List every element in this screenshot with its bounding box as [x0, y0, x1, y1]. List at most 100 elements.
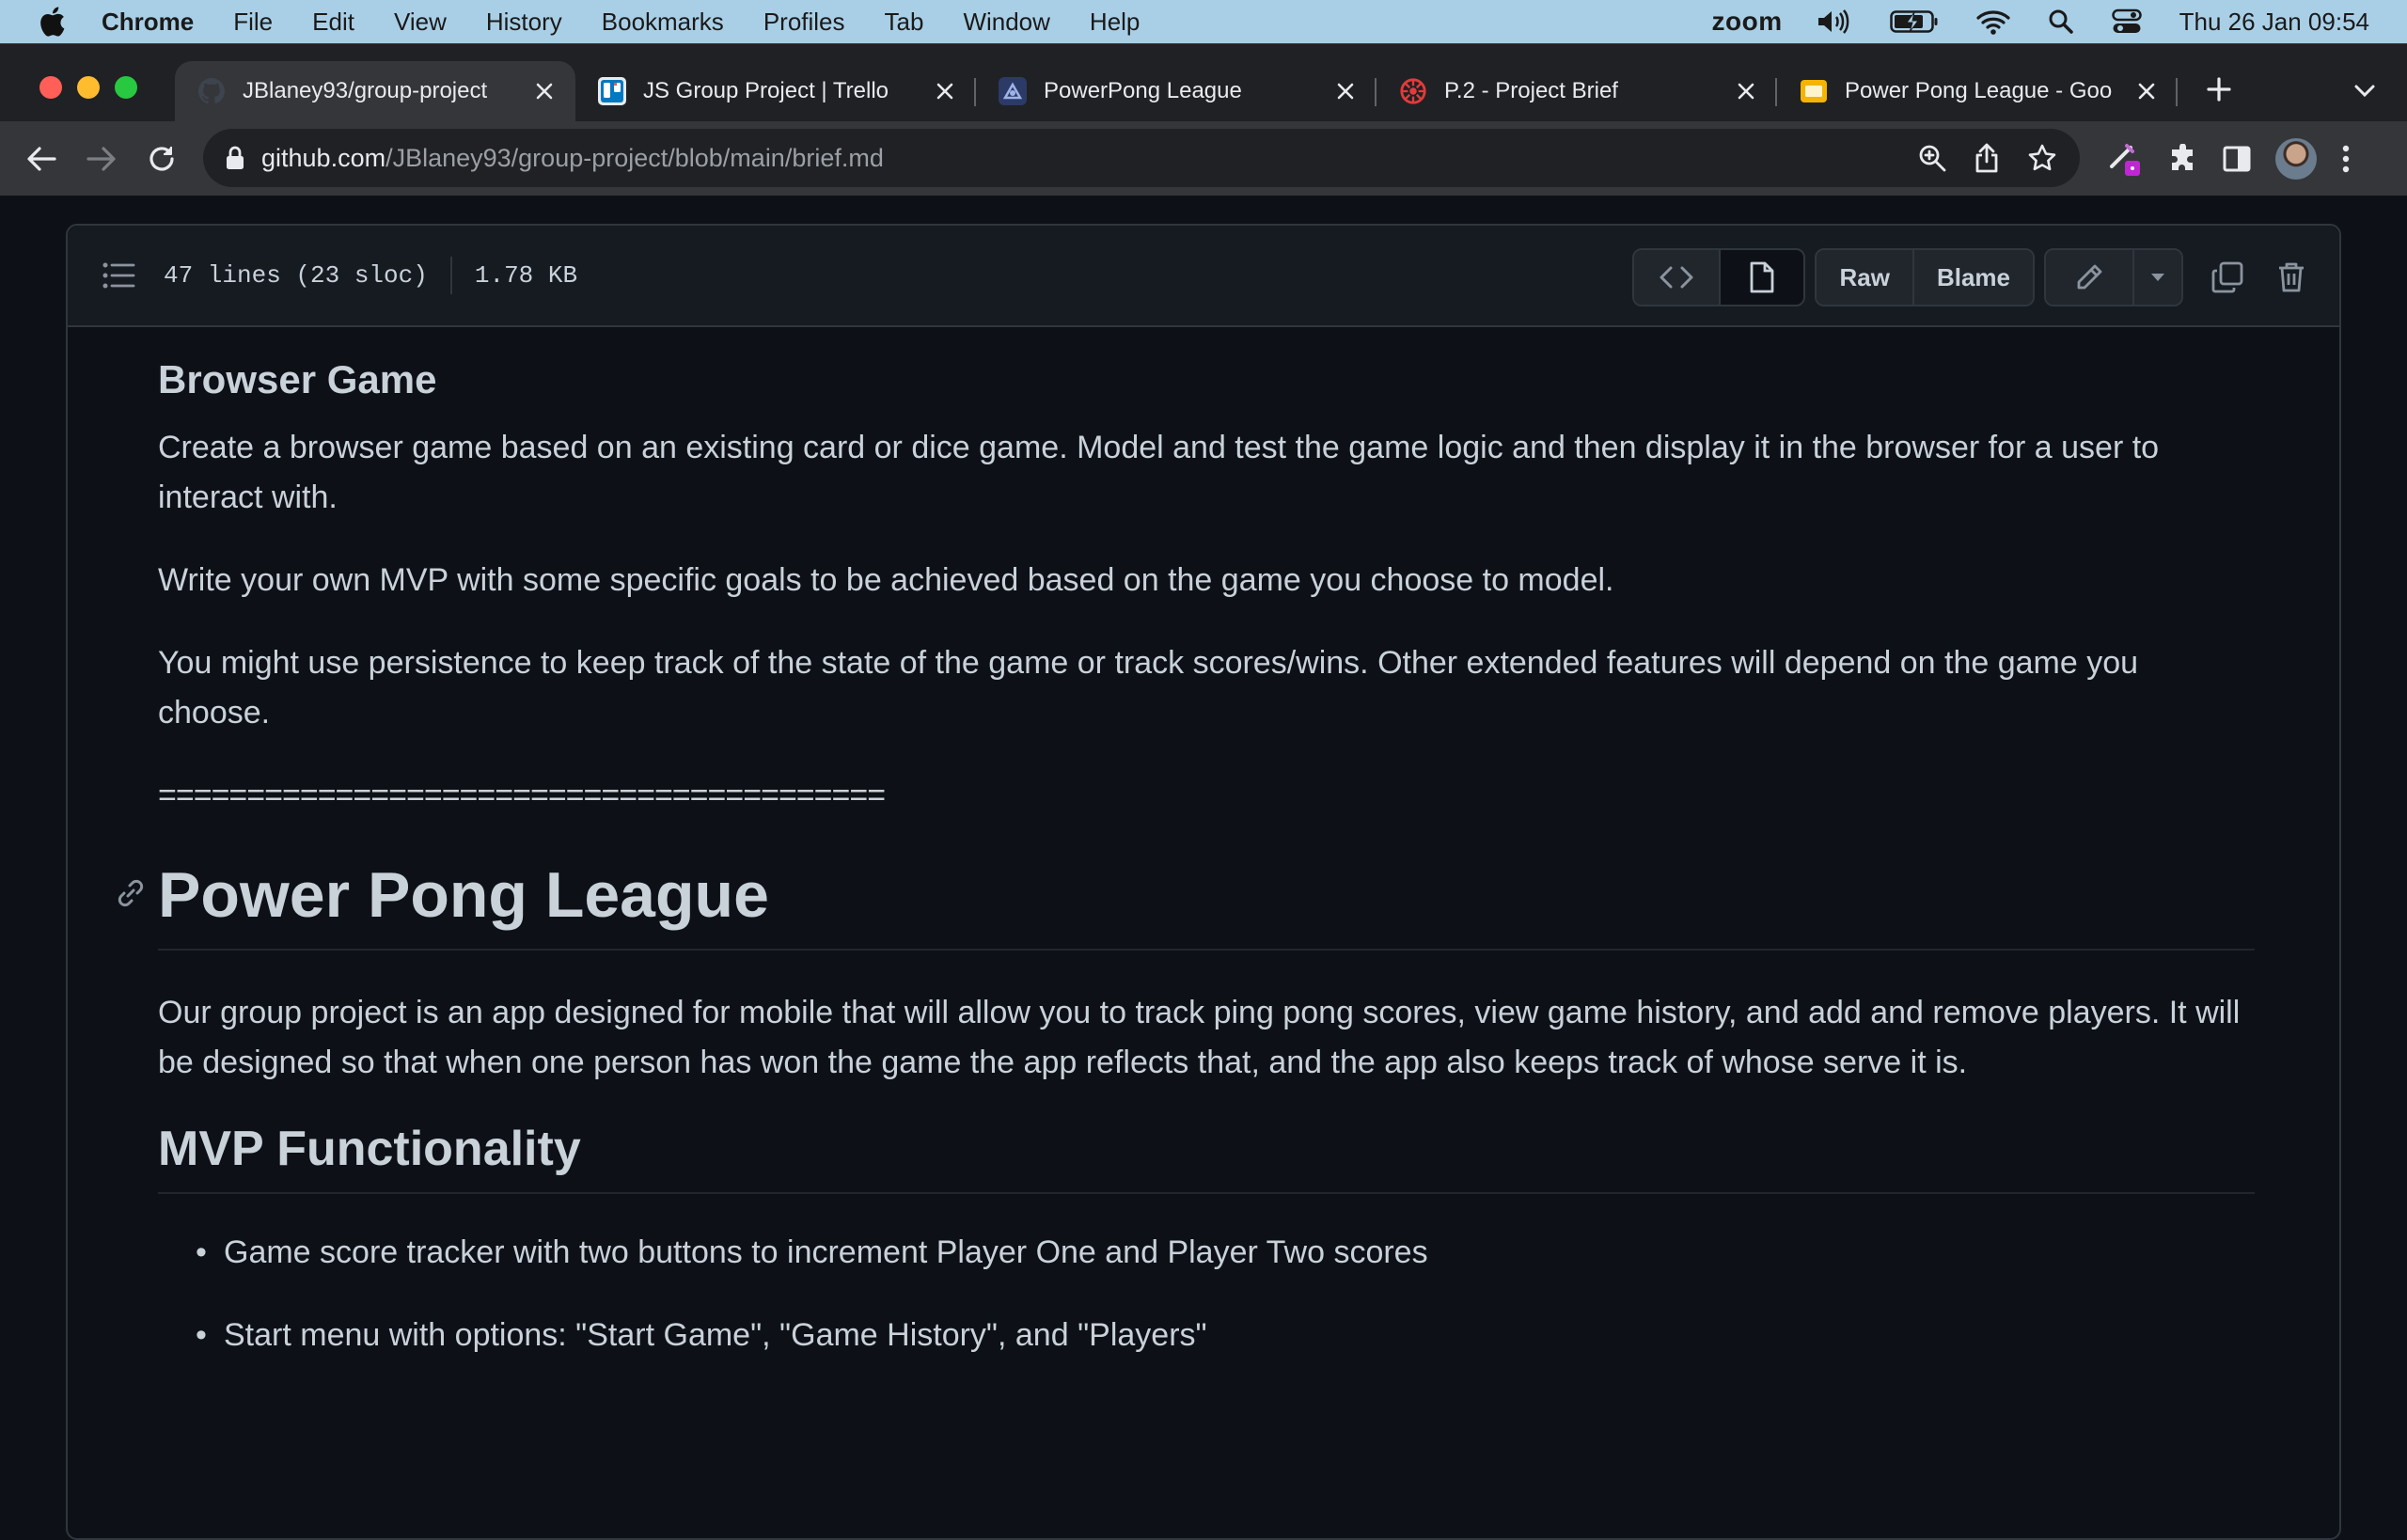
- menu-file[interactable]: File: [233, 8, 273, 37]
- menu-bookmarks[interactable]: Bookmarks: [602, 8, 724, 37]
- app-icon: [999, 77, 1027, 105]
- tab-separator: [2176, 78, 2178, 106]
- extension-area: [2106, 136, 2375, 181]
- address-bar[interactable]: github.com/JBlaney93/group-project/blob/…: [203, 129, 2080, 187]
- heading-text: Power Pong League: [158, 859, 769, 931]
- heading-power-pong-league: Power Pong League: [158, 858, 2255, 951]
- spotlight-icon[interactable]: [2048, 8, 2074, 35]
- close-tab-icon[interactable]: [1331, 77, 1360, 105]
- tab-title: PowerPong League: [1044, 78, 1331, 104]
- puzzle-extensions-icon[interactable]: [2168, 144, 2198, 174]
- tab-github[interactable]: JBlaney93/group-project: [175, 61, 575, 121]
- zoom-status-item[interactable]: zoom: [1712, 7, 1783, 37]
- view-toggle: [1632, 248, 1805, 306]
- minimize-window-button[interactable]: [77, 76, 100, 99]
- macos-menu-bar: Chrome File Edit View History Bookmarks …: [0, 0, 2407, 43]
- menu-window[interactable]: Window: [963, 8, 1049, 37]
- meta-divider: [450, 257, 452, 294]
- menubar-clock[interactable]: Thu 26 Jan 09:54: [2179, 8, 2369, 37]
- reload-icon[interactable]: [143, 140, 181, 178]
- browser-toolbar: github.com/JBlaney93/group-project/blob/…: [0, 121, 2407, 196]
- raw-button[interactable]: Raw: [1817, 250, 1911, 305]
- codeclan-icon: [1399, 77, 1427, 105]
- tab-search-chevron-icon[interactable]: [2351, 76, 2379, 104]
- menubar-status-area: zoom Thu 26 Jan 09:54: [1712, 0, 2407, 43]
- zoom-magnifier-icon[interactable]: [1918, 144, 1946, 172]
- tab-strip: JBlaney93/group-project JS Group Project…: [175, 61, 2178, 123]
- forward-icon[interactable]: [83, 140, 120, 178]
- close-tab-icon[interactable]: [931, 77, 959, 105]
- tab-google-slides[interactable]: Power Pong League - Goo: [1777, 61, 2178, 121]
- tab-powerpong[interactable]: PowerPong League: [976, 61, 1377, 121]
- profile-avatar[interactable]: [2275, 138, 2317, 180]
- file-line-count: 47 lines (23 sloc): [164, 261, 428, 290]
- github-icon: [197, 77, 226, 105]
- fullscreen-window-button[interactable]: [115, 76, 137, 99]
- heading-mvp-functionality: MVP Functionality: [158, 1121, 2255, 1194]
- trello-icon: [598, 77, 626, 105]
- tab-title: JS Group Project | Trello: [643, 78, 931, 104]
- preview-file-button[interactable]: [1719, 250, 1803, 305]
- close-window-button[interactable]: [39, 76, 62, 99]
- share-icon[interactable]: [1974, 143, 1999, 173]
- close-tab-icon[interactable]: [530, 77, 558, 105]
- raw-blame-group: Raw Blame: [1815, 248, 2035, 306]
- paragraph: You might use persistence to keep track …: [158, 638, 2255, 738]
- window-controls: [39, 76, 152, 99]
- mvp-list: Game score tracker with two buttons to i…: [158, 1228, 2255, 1360]
- wifi-icon[interactable]: [1976, 8, 2010, 35]
- close-tab-icon[interactable]: [2132, 77, 2161, 105]
- edit-group: [2044, 248, 2183, 306]
- paragraph: Our group project is an app designed for…: [158, 988, 2255, 1088]
- tab-trello[interactable]: JS Group Project | Trello: [575, 61, 976, 121]
- code-view-button[interactable]: [1634, 250, 1719, 305]
- tab-title: Power Pong League - Goo: [1845, 78, 2132, 104]
- outline-list-icon[interactable]: [102, 261, 135, 290]
- edit-dropdown-button[interactable]: [2132, 250, 2181, 305]
- url-path: /JBlaney93/group-project/blob/main/brief…: [385, 144, 884, 172]
- file-size: 1.78 KB: [475, 261, 577, 290]
- side-panel-icon[interactable]: [2223, 146, 2251, 172]
- file-actions: Raw Blame: [1632, 248, 2320, 306]
- file-view: 47 lines (23 sloc) 1.78 KB Raw Blame: [66, 224, 2341, 1540]
- menu-view[interactable]: View: [394, 8, 447, 37]
- apple-icon[interactable]: [38, 6, 66, 38]
- copy-icon[interactable]: [2198, 248, 2257, 306]
- paragraph: Create a browser game based on an existi…: [158, 423, 2255, 523]
- trash-icon[interactable]: [2262, 248, 2320, 306]
- url-text[interactable]: github.com/JBlaney93/group-project/blob/…: [261, 144, 884, 173]
- lock-icon[interactable]: [226, 146, 244, 170]
- menu-tab[interactable]: Tab: [885, 8, 924, 37]
- separator-text: ========================================…: [158, 771, 2255, 821]
- tab-project-brief[interactable]: P.2 - Project Brief: [1377, 61, 1777, 121]
- omnibox-actions: [1890, 129, 2057, 187]
- menu-history[interactable]: History: [486, 8, 562, 37]
- new-tab-icon[interactable]: [2202, 72, 2236, 106]
- chrome-menu-icon[interactable]: [2341, 144, 2351, 174]
- page-content: 47 lines (23 sloc) 1.78 KB Raw Blame: [0, 196, 2407, 1504]
- color-picker-extension-icon[interactable]: [2106, 140, 2144, 178]
- bookmark-star-icon[interactable]: [2027, 143, 2057, 173]
- control-center-icon[interactable]: [2112, 8, 2142, 35]
- file-header: 47 lines (23 sloc) 1.78 KB Raw Blame: [68, 226, 2339, 327]
- close-tab-icon[interactable]: [1732, 77, 1760, 105]
- blame-button[interactable]: Blame: [1912, 250, 2033, 305]
- menu-edit[interactable]: Edit: [312, 8, 354, 37]
- menu-app-chrome[interactable]: Chrome: [102, 8, 194, 37]
- back-icon[interactable]: [23, 140, 60, 178]
- browser-frame: JBlaney93/group-project JS Group Project…: [0, 43, 2407, 196]
- list-item: Game score tracker with two buttons to i…: [196, 1228, 2255, 1278]
- url-host: github.com: [261, 144, 385, 172]
- battery-icon[interactable]: [1890, 9, 1939, 34]
- tab-title: JBlaney93/group-project: [243, 78, 530, 104]
- link-icon[interactable]: [115, 877, 147, 909]
- menu-help[interactable]: Help: [1090, 8, 1140, 37]
- menu-profiles[interactable]: Profiles: [763, 8, 845, 37]
- volume-icon[interactable]: [1817, 8, 1852, 35]
- list-item: Start menu with options: "Start Game", "…: [196, 1311, 2255, 1360]
- edit-file-button[interactable]: [2046, 250, 2132, 305]
- heading-browser-game: Browser Game: [158, 357, 2255, 402]
- paragraph: Write your own MVP with some specific go…: [158, 556, 2255, 605]
- tab-title: P.2 - Project Brief: [1444, 78, 1732, 104]
- google-slides-icon: [1800, 77, 1828, 105]
